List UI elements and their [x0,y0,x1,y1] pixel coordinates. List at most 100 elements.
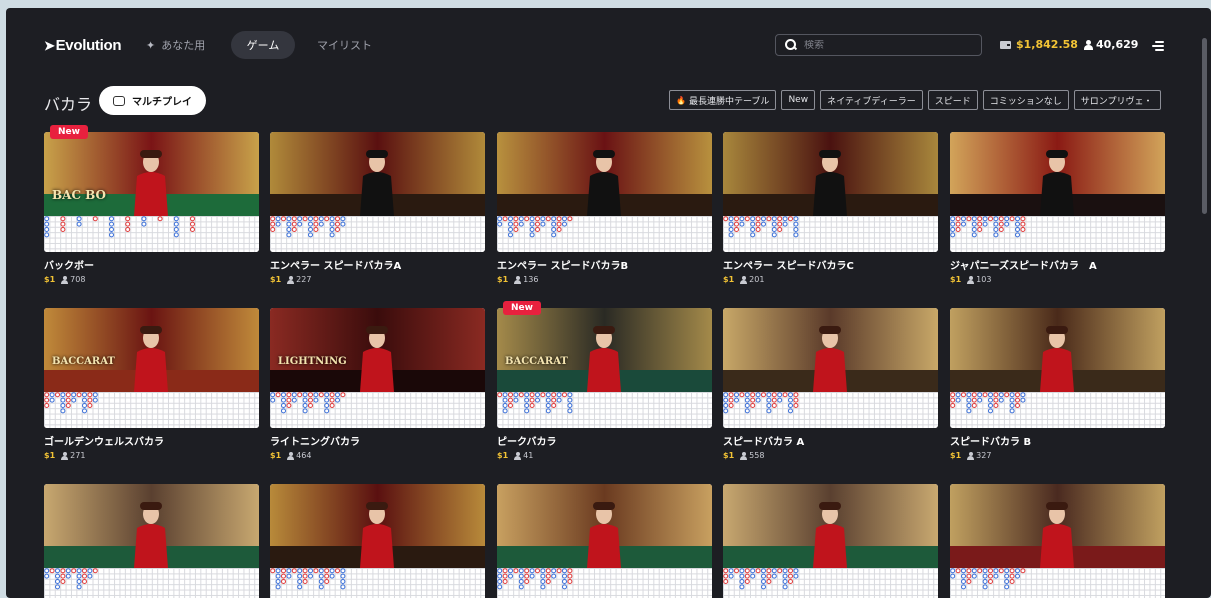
person-icon [514,275,522,284]
game-logo-overlay: BAC BO [52,188,106,202]
fire-icon: 🔥 [676,95,686,105]
game-card[interactable]: エンペラー スピードバカラC $1 201 [723,132,938,284]
game-title: エンペラー スピードバカラA [270,261,402,272]
dealer-scene [497,484,712,568]
game-meta: $1 708 [44,275,259,284]
dealer-scene [44,132,259,216]
scrollbar[interactable] [1202,38,1207,214]
game-thumbnail[interactable] [723,132,938,252]
game-card[interactable] [497,484,712,598]
balance-display: $1,842.58 [1000,38,1078,51]
filter-chip-no-commission[interactable]: コミッションなし [982,90,1069,110]
filter-chip-salon-prive[interactable]: サロンプリヴェ・ [1073,90,1161,110]
game-thumbnail[interactable] [270,132,485,252]
bead-road [723,216,938,252]
dealer-scene [44,308,259,392]
game-card[interactable] [723,484,938,598]
sparkle-icon: ✦ [146,38,156,52]
bead-road [723,392,938,428]
game-meta: $1 464 [270,451,485,460]
person-icon [967,275,975,284]
game-thumbnail[interactable] [270,484,485,598]
bead-road [950,568,1165,598]
game-card[interactable]: New BACCARAT ピークバカラ $1 41 [497,301,712,460]
search-input[interactable] [804,39,974,51]
game-card[interactable]: New BAC BO バックボー $1 708 [44,125,259,284]
person-icon [514,451,522,460]
game-title: スピードバカラ A [723,437,805,448]
player-count: 327 [967,451,991,460]
nav-game[interactable]: ゲーム [231,31,295,59]
min-bet: $1 [723,451,735,460]
player-count: 464 [287,451,311,460]
player-count: 708 [61,275,85,284]
nav-for-you[interactable]: ✦ あなた用 [146,31,205,59]
logo-mark-icon: ➤ [44,37,55,53]
wallet-icon [1000,40,1011,49]
min-bet: $1 [270,451,282,460]
filter-chip-streak[interactable]: 🔥 最長連勝中テーブル [669,90,777,110]
dealer-scene [723,132,938,216]
person-icon [967,451,975,460]
game-meta: $1 103 [950,275,1165,284]
game-title: ライトニングバカラ [270,437,360,448]
game-thumbnail[interactable] [950,484,1165,598]
filter-chip-new[interactable]: New [781,90,816,110]
player-count: 558 [740,451,764,460]
game-thumbnail[interactable] [723,484,938,598]
bead-road [497,568,712,598]
person-icon [61,451,69,460]
game-thumbnail[interactable]: BACCARAT [497,308,712,428]
dealer-scene [950,484,1165,568]
dealer-scene [44,484,259,568]
game-thumbnail[interactable]: LIGHTNING [270,308,485,428]
game-card[interactable]: エンペラー スピードバカラA $1 227 [270,132,485,284]
dealer-scene [723,308,938,392]
game-thumbnail[interactable]: BAC BO [44,132,259,252]
player-count: 227 [287,275,311,284]
multiplay-button[interactable]: マルチプレイ [99,86,206,115]
game-thumbnail[interactable] [44,484,259,598]
game-thumbnail[interactable] [497,484,712,598]
game-logo-overlay: BACCARAT [505,356,568,367]
search-box[interactable] [775,34,982,56]
bead-road [950,216,1165,252]
dealer-scene [270,484,485,568]
game-card[interactable]: ジャパニーズスピードバカラ A $1 103 [950,132,1165,284]
bead-road [950,392,1165,428]
game-thumbnail[interactable]: BACCARAT [44,308,259,428]
player-count: 41 [514,451,533,460]
menu-icon[interactable] [1152,41,1164,51]
dealer-scene [723,484,938,568]
bead-road [497,392,712,428]
filter-chip-speed[interactable]: スピード [927,90,978,110]
bead-road [270,568,485,598]
nav-my-list[interactable]: マイリスト [317,31,372,59]
person-icon [740,275,748,284]
dealer-scene [497,132,712,216]
filter-chip-native[interactable]: ネイティブディーラー [820,90,923,110]
game-card[interactable] [44,484,259,598]
evolution-logo[interactable]: ➤ Evolution [44,37,122,54]
game-thumbnail[interactable] [497,132,712,252]
dealer-scene [497,308,712,392]
game-card[interactable]: エンペラー スピードバカラB $1 136 [497,132,712,284]
dealer-scene [950,132,1165,216]
game-title: ジャパニーズスピードバカラ A [950,261,1097,272]
game-card[interactable]: LIGHTNING ライトニングバカラ $1 464 [270,308,485,460]
game-title: バックボー [44,261,94,272]
game-card[interactable] [270,484,485,598]
bead-road [723,568,938,598]
multiplay-icon [113,95,125,106]
game-thumbnail[interactable] [950,132,1165,252]
game-thumbnail[interactable] [950,308,1165,428]
filter-chips: 🔥 最長連勝中テーブル New ネイティブディーラー スピード コミッションなし … [669,90,1161,110]
game-meta: $1 201 [723,275,938,284]
game-card[interactable]: スピードバカラ B $1 327 [950,308,1165,460]
game-thumbnail[interactable] [723,308,938,428]
game-card[interactable]: BACCARAT ゴールデンウェルスバカラ $1 271 [44,308,259,460]
game-card[interactable]: スピードバカラ A $1 558 [723,308,938,460]
game-title: エンペラー スピードバカラC [723,261,854,272]
game-card[interactable] [950,484,1165,598]
min-bet: $1 [950,451,962,460]
